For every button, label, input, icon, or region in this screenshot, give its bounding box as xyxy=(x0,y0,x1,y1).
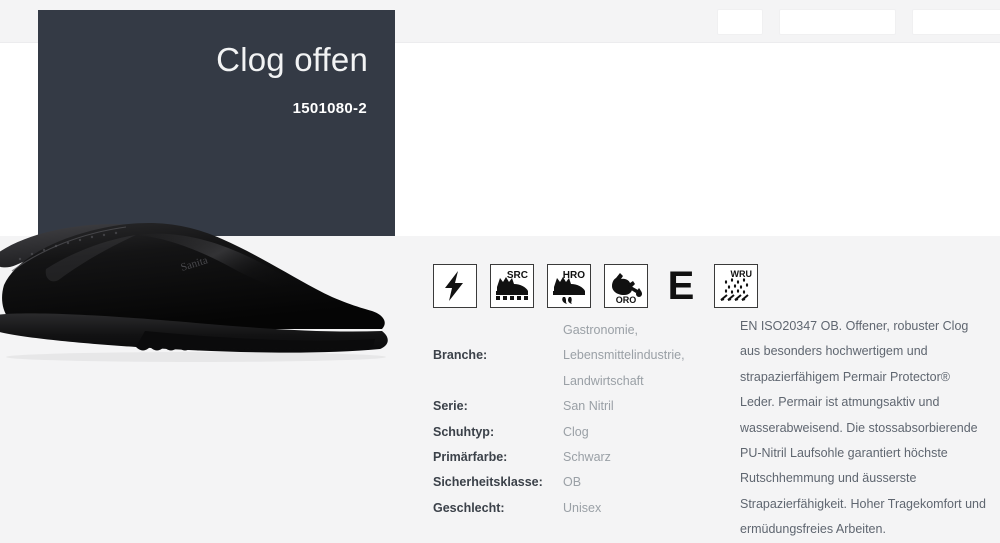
product-sku: 1501080-2 xyxy=(292,100,367,117)
letter-e-glyph: E xyxy=(667,264,695,308)
slip-resistant-icon: SRC xyxy=(490,264,534,308)
spec-value: Clog xyxy=(563,424,589,439)
toolbar-field-3[interactable] xyxy=(913,10,1000,34)
safety-pictogram-row: SRC HRO ORO E WRU xyxy=(433,264,758,308)
product-image: Sanita xyxy=(0,165,416,365)
spec-value: Schwarz xyxy=(563,450,611,465)
toolbar-field-group xyxy=(718,10,1000,34)
spec-value-line: Gastronomie, xyxy=(563,323,639,337)
spec-value: OB xyxy=(563,475,582,490)
spec-value-line: Lebensmittelindustrie, xyxy=(563,348,685,363)
page-title: Clog offen xyxy=(216,41,368,78)
spec-value: Unisex xyxy=(563,500,602,515)
spec-label: Geschlecht: xyxy=(433,500,505,515)
oil-resistant-outsole-icon: ORO xyxy=(604,264,648,308)
spec-label: Sicherheitsklasse: xyxy=(433,475,543,490)
lightning-bolt-icon xyxy=(433,264,477,308)
specification-table: Branche: Gastronomie, Lebensmittelindust… xyxy=(433,318,723,521)
table-row: Serie: San Nitril xyxy=(433,394,723,419)
toolbar-field-1[interactable] xyxy=(718,10,762,34)
letter-e-icon: E xyxy=(661,264,701,308)
spec-value: San Nitril xyxy=(563,399,614,414)
heat-resistant-outsole-icon: HRO xyxy=(547,264,591,308)
spec-label: Branche: xyxy=(433,348,488,363)
spec-value: Gastronomie, Lebensmittelindustrie, Land… xyxy=(563,318,723,394)
table-row: Branche: Gastronomie, Lebensmittelindust… xyxy=(433,318,723,394)
svg-text:ORO: ORO xyxy=(616,295,637,305)
spec-label: Schuhtyp: xyxy=(433,424,495,439)
table-row: Schuhtyp: Clog xyxy=(433,420,723,445)
spec-label: Serie: xyxy=(433,399,468,414)
spec-label: Primärfarbe: xyxy=(433,450,508,465)
svg-text:HRO: HRO xyxy=(563,270,585,281)
product-description: EN ISO20347 OB. Offener, robuster Clog a… xyxy=(740,319,986,537)
table-row: Sicherheitsklasse: OB xyxy=(433,470,723,495)
toolbar-field-2[interactable] xyxy=(780,10,895,34)
water-resistant-upper-icon: WRU xyxy=(714,264,758,308)
table-row: Geschlecht: Unisex xyxy=(433,496,723,521)
table-row: Primärfarbe: Schwarz xyxy=(433,445,723,470)
svg-text:WRU: WRU xyxy=(731,269,753,279)
spec-value-line: Landwirtschaft xyxy=(563,373,644,388)
svg-text:SRC: SRC xyxy=(507,270,528,281)
